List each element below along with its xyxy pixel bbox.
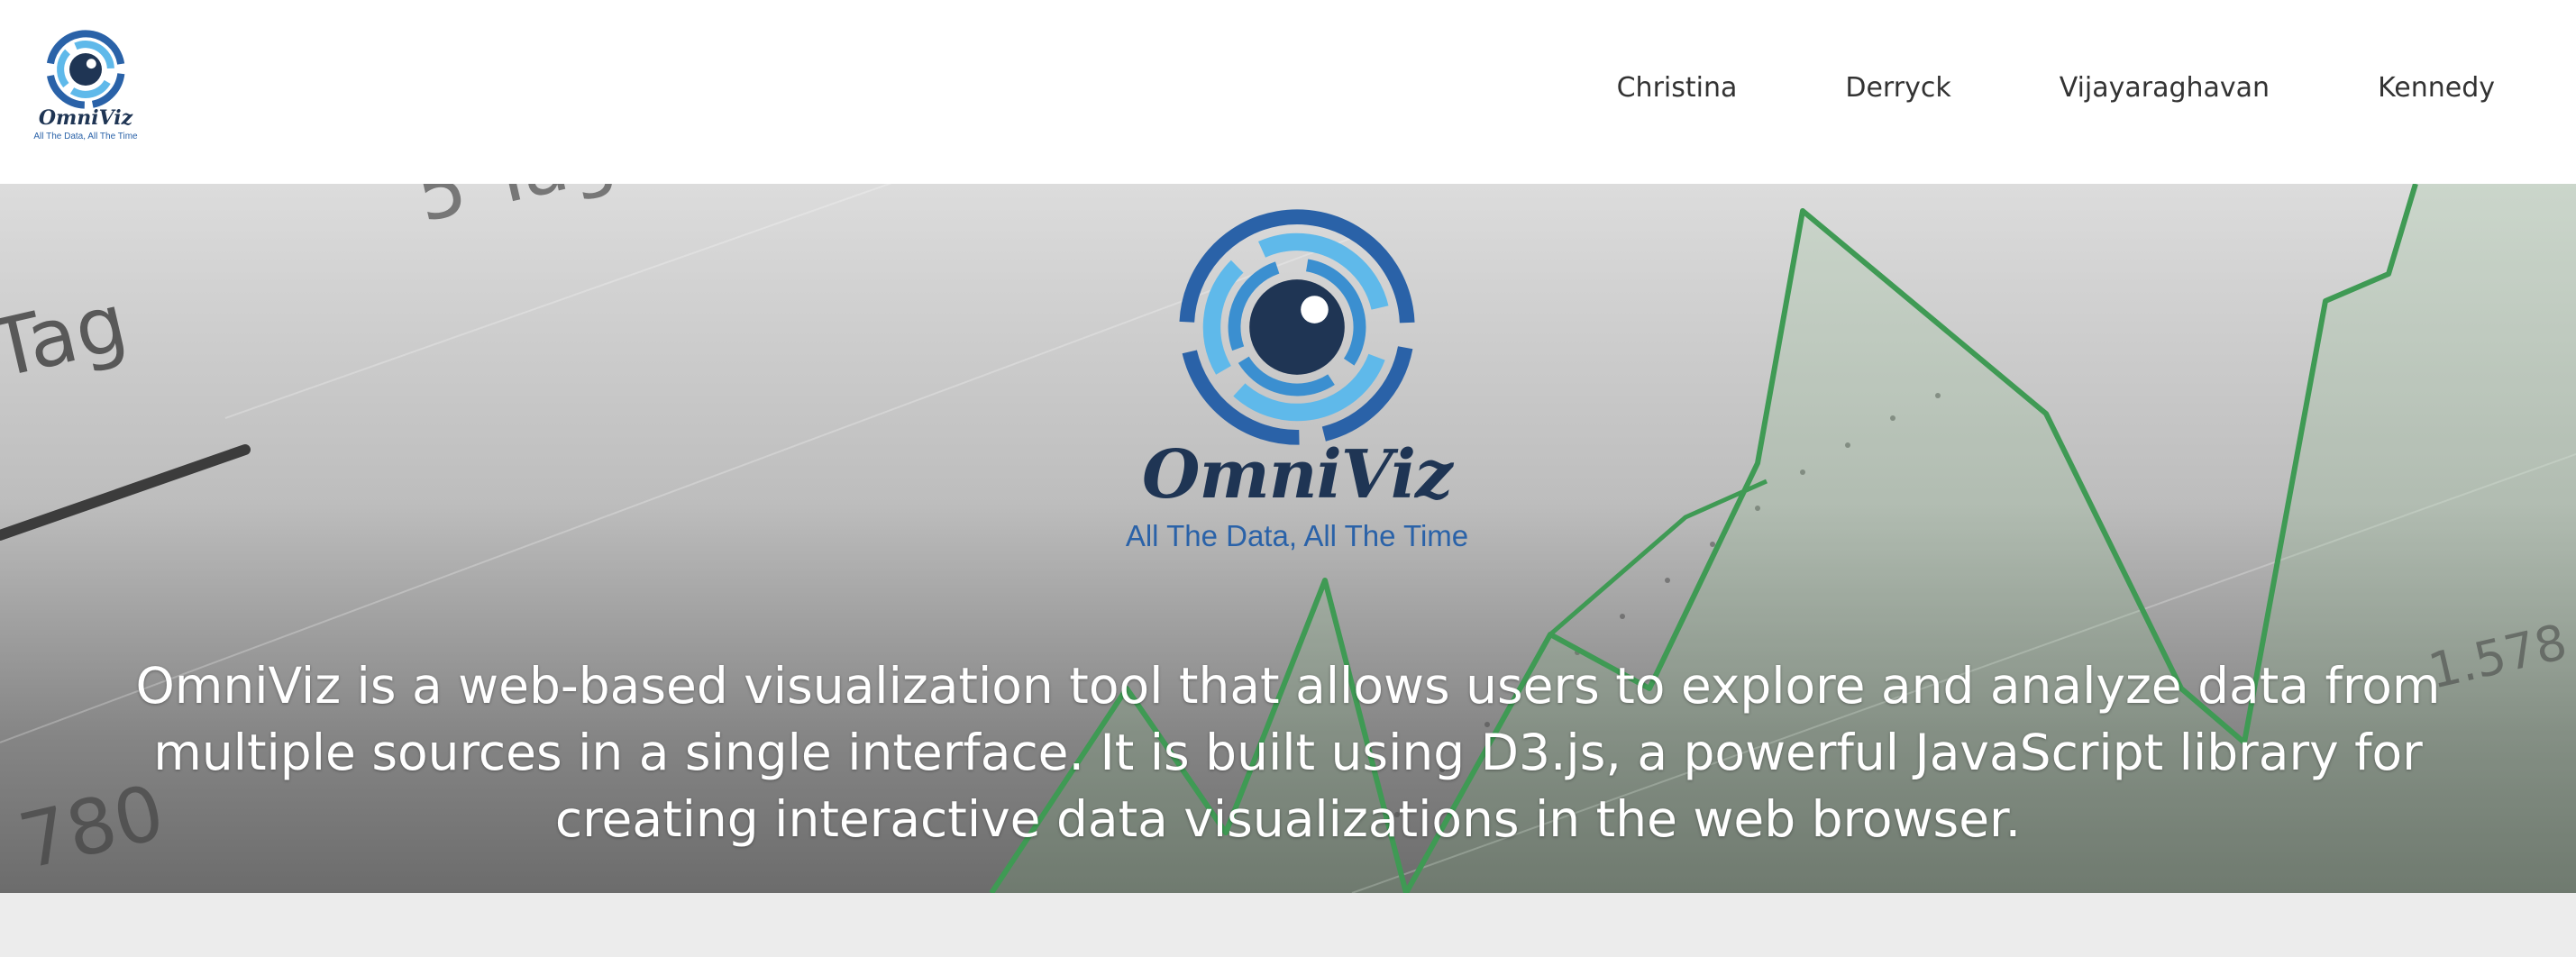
bg-label-tag: Tag [0, 276, 135, 396]
eye-logo-icon [1179, 209, 1415, 445]
brand-logo-link[interactable]: OmniViz All The Data, All The Time [25, 29, 146, 148]
nav-link-derryck[interactable]: Derryck [1845, 72, 1950, 104]
top-navbar: OmniViz All The Data, All The Time Chris… [0, 0, 2576, 184]
bg-label-5-tag: 5 Tag [407, 184, 623, 239]
hero-logo-name: OmniViz [1142, 436, 1453, 514]
hero-logo-tagline: All The Data, All The Time [1125, 519, 1469, 552]
nav-link-kennedy[interactable]: Kennedy [2378, 72, 2495, 104]
hero-banner: 5 Tag Tag 780 1.578 OmniViz All The Data… [0, 184, 2576, 893]
main-nav: Christina Derryck Vijayaraghavan Kennedy [1617, 72, 2495, 104]
brand-name: OmniViz [38, 106, 133, 130]
hero-description: OmniViz is a web-based visualization too… [135, 657, 2441, 848]
brand-tagline: All The Data, All The Time [33, 132, 138, 141]
eye-logo-icon [46, 30, 125, 109]
nav-link-christina[interactable]: Christina [1617, 72, 1738, 104]
nav-link-vijayaraghavan[interactable]: Vijayaraghavan [2060, 72, 2270, 104]
